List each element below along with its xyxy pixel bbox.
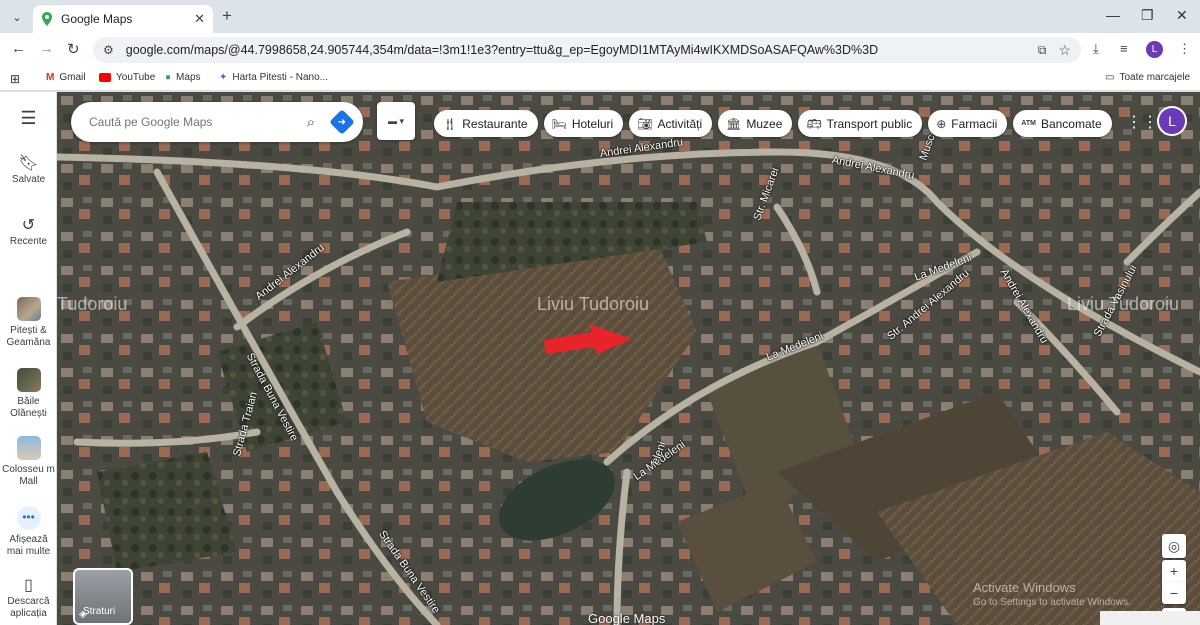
more-dots-icon: ••• <box>16 506 41 530</box>
chip-muzee[interactable]: 🏛︎ Muzee <box>718 110 793 137</box>
rail-recent[interactable]: ↺ Recente <box>0 217 57 248</box>
reload-icon[interactable]: ↻ <box>67 40 80 58</box>
install-app-icon[interactable]: ⧉ <box>1038 43 1047 58</box>
minimize-icon[interactable]: — <box>1106 7 1120 23</box>
bus-icon: 🚌︎ <box>806 116 822 131</box>
tab-title: Google Maps <box>61 12 133 26</box>
keyboard-toggle-icon[interactable]: ▬ ▾ <box>377 102 415 140</box>
tab-bar: ⌄ Google Maps ✕ + — ❐ ✕ <box>0 0 1200 33</box>
account-avatar[interactable]: L <box>1157 106 1187 136</box>
site-info-icon[interactable]: ⚙ <box>103 43 114 57</box>
search-icon[interactable]: ⌕ <box>307 114 315 131</box>
address-bar[interactable]: ⚙ google.com/maps/@44.7998658,24.905744,… <box>93 37 1081 63</box>
category-chips: 🍴︎ Restaurante 🛏︎ Hoteluri 📷︎ Activități 🏛︎… <box>434 110 1112 137</box>
bookmark-harta-pitesti[interactable]: ✦ Harta Pitesti - Nano... <box>219 72 328 83</box>
bookmark-icon: 🔖︎ <box>18 155 39 172</box>
maps-pin-icon: ● <box>165 72 172 83</box>
chip-bancomate[interactable]: ATM Bancomate <box>1013 110 1112 137</box>
chip-farmacii[interactable]: ⊕ Farmacii <box>928 110 1008 137</box>
maps-favicon-icon <box>42 12 52 26</box>
windows-activation-notice: Activate Windows Go to Settings to activ… <box>973 580 1131 608</box>
close-tab-icon[interactable]: ✕ <box>194 11 205 27</box>
bookmark-gmail[interactable]: M Gmail <box>46 72 85 83</box>
rail-saved[interactable]: 🔖︎ Salvate <box>0 155 57 186</box>
chip-restaurante[interactable]: 🍴︎ Restaurante <box>434 110 538 137</box>
place-thumbnail <box>16 297 41 321</box>
watermark-text: Liviu Tudoroiu <box>1067 294 1180 314</box>
search-box[interactable]: ⌕ ➜ <box>71 102 363 142</box>
rail-download-app[interactable]: ▯ Descarcă aplicația <box>0 577 57 620</box>
bookmark-maps[interactable]: ● Maps <box>165 72 201 83</box>
back-icon[interactable]: ← <box>11 40 26 57</box>
rail-show-more[interactable]: ••• Afișează mai multe <box>0 506 57 558</box>
menu-hamburger-icon[interactable]: ☰ <box>0 109 57 127</box>
satellite-imagery <box>57 92 1200 625</box>
close-window-icon[interactable]: ✕ <box>1176 7 1188 24</box>
maximize-icon[interactable]: ❐ <box>1141 7 1154 24</box>
layers-button[interactable]: ◈ Straturi <box>73 568 133 625</box>
layers-label: ◈ Straturi <box>79 606 116 620</box>
zoom-in-button[interactable]: + <box>1162 560 1186 582</box>
rail-place-baile-olanesti[interactable]: Băile Olănești <box>0 368 57 420</box>
all-bookmarks[interactable]: ▭ Toate marcajele <box>1105 72 1190 83</box>
place-thumbnail <box>16 368 41 392</box>
rail-place-pitesti[interactable]: Pitești & Geamăna <box>0 297 57 349</box>
rail-place-colosseum-mall[interactable]: Colosseu m Mall <box>0 436 57 488</box>
menu-icon[interactable]: ⋮ <box>1178 41 1191 57</box>
place-thumbnail <box>16 436 41 460</box>
my-location-icon[interactable]: ◎ <box>1162 534 1186 558</box>
bookmark-star-icon[interactable]: ☆ <box>1058 42 1071 59</box>
youtube-icon <box>99 73 111 82</box>
google-maps-logo: Google Maps <box>588 611 666 625</box>
forward-icon[interactable]: → <box>39 40 54 57</box>
url-text: google.com/maps/@44.7998658,24.905744,35… <box>125 43 879 57</box>
profile-avatar[interactable]: L <box>1146 41 1163 58</box>
phone-icon: ▯ <box>24 577 33 594</box>
pharmacy-icon: ⊕ <box>936 116 947 131</box>
history-icon: ↺ <box>21 217 36 234</box>
bed-icon: 🛏︎ <box>551 116 567 131</box>
media-controls-icon[interactable]: ≡ <box>1120 41 1128 56</box>
maps-side-rail: ☰ 🔖︎ Salvate ↺ Recente Pitești & Geamăna… <box>0 92 57 625</box>
watermark-text: Liviu Tudoroiu <box>537 294 650 314</box>
gmail-icon: M <box>46 72 55 83</box>
atm-icon: ATM <box>1021 120 1036 127</box>
folder-icon: ▭ <box>1105 72 1115 83</box>
fork-knife-icon: 🍴︎ <box>442 116 458 131</box>
chip-activitati[interactable]: 📷︎ Activități <box>629 110 713 137</box>
camera-icon: 📷︎ <box>637 116 653 131</box>
chip-transport-public[interactable]: 🚌︎ Transport public <box>798 110 923 137</box>
apps-grid-icon[interactable]: ⊞ <box>10 72 20 86</box>
satellite-map[interactable]: Andrei Alexandru Andrei Alexandru Andrei… <box>57 92 1200 625</box>
zoom-out-button[interactable]: − <box>1162 582 1186 604</box>
browser-toolbar: ← → ↻ ⚙ google.com/maps/@44.7998658,24.9… <box>0 33 1200 66</box>
bookmarks-bar: ⊞ M Gmail YouTube ● Maps ✦ Harta Pitesti… <box>0 66 1200 91</box>
downloads-icon[interactable]: ⤓ <box>1093 41 1099 57</box>
directions-icon[interactable]: ➜ <box>329 109 355 135</box>
watermark-text: Tudoroiu <box>57 294 128 314</box>
map-footer-strip <box>1100 611 1200 625</box>
bookmark-youtube[interactable]: YouTube <box>99 72 155 83</box>
tab-search-button[interactable]: ⌄ <box>6 6 28 28</box>
nano-icon: ✦ <box>219 72 228 83</box>
tab-google-maps[interactable]: Google Maps ✕ <box>33 5 213 33</box>
search-input[interactable] <box>89 115 307 129</box>
chip-hoteluri[interactable]: 🛏︎ Hoteluri <box>543 110 624 137</box>
museum-icon: 🏛︎ <box>726 116 742 131</box>
new-tab-icon[interactable]: + <box>222 6 232 26</box>
